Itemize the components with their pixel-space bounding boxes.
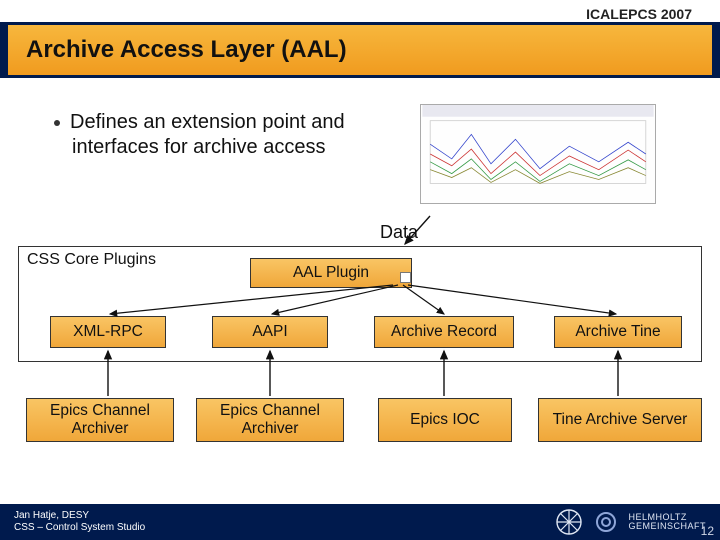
page-number: 12 <box>701 524 714 538</box>
epics-channel-archiver-1-box: Epics Channel Archiver <box>26 398 174 442</box>
footer-author: Jan Hatje, DESY <box>14 510 145 522</box>
archive-tine-label: Archive Tine <box>575 323 660 341</box>
helmholtz-logo-icon <box>594 510 618 534</box>
tine-archive-server-box: Tine Archive Server <box>538 398 702 442</box>
epics-channel-archiver-2-box: Epics Channel Archiver <box>196 398 344 442</box>
extension-point-icon <box>400 272 411 283</box>
eioc-label: Epics IOC <box>410 411 480 429</box>
core-plugins-label: CSS Core Plugins <box>27 251 156 269</box>
chart-thumbnail <box>420 104 656 204</box>
data-label: Data <box>380 222 418 243</box>
title-bar: Archive Access Layer (AAL) <box>0 22 720 78</box>
epics-ioc-box: Epics IOC <box>378 398 512 442</box>
xml-rpc-label: XML-RPC <box>73 323 143 341</box>
helmholtz-text: HELMHOLTZ GEMEINSCHAFT <box>628 513 706 532</box>
bullet-item: Defines an extension point and interface… <box>72 110 382 160</box>
footer-left: Jan Hatje, DESY CSS – Control System Stu… <box>14 510 145 534</box>
footer-bar: Jan Hatje, DESY CSS – Control System Stu… <box>0 504 720 540</box>
tine-label: Tine Archive Server <box>553 411 688 429</box>
archive-tine-box: Archive Tine <box>554 316 682 348</box>
aal-plugin-box: AAL Plugin <box>250 258 412 288</box>
eca1-label: Epics Channel Archiver <box>31 402 169 438</box>
footer-subtitle: CSS – Control System Studio <box>14 522 145 534</box>
helmholtz-bottom: GEMEINSCHAFT <box>628 522 706 531</box>
desy-logo-icon <box>554 507 584 537</box>
bullet-dot-icon <box>54 120 60 126</box>
aapi-label: AAPI <box>252 323 287 341</box>
slide: ICALEPCS 2007 Archive Access Layer (AAL)… <box>0 0 720 540</box>
title-inner: Archive Access Layer (AAL) <box>8 25 712 75</box>
footer-right: HELMHOLTZ GEMEINSCHAFT <box>554 507 706 537</box>
aapi-box: AAPI <box>212 316 328 348</box>
xml-rpc-box: XML-RPC <box>50 316 166 348</box>
chart-thumbnail-svg <box>421 105 655 203</box>
slide-title: Archive Access Layer (AAL) <box>26 36 347 64</box>
eca2-label: Epics Channel Archiver <box>201 402 339 438</box>
archive-record-box: Archive Record <box>374 316 514 348</box>
bullet-text: Defines an extension point and interface… <box>70 111 345 158</box>
aal-plugin-label: AAL Plugin <box>293 264 369 282</box>
archive-record-label: Archive Record <box>391 323 497 341</box>
